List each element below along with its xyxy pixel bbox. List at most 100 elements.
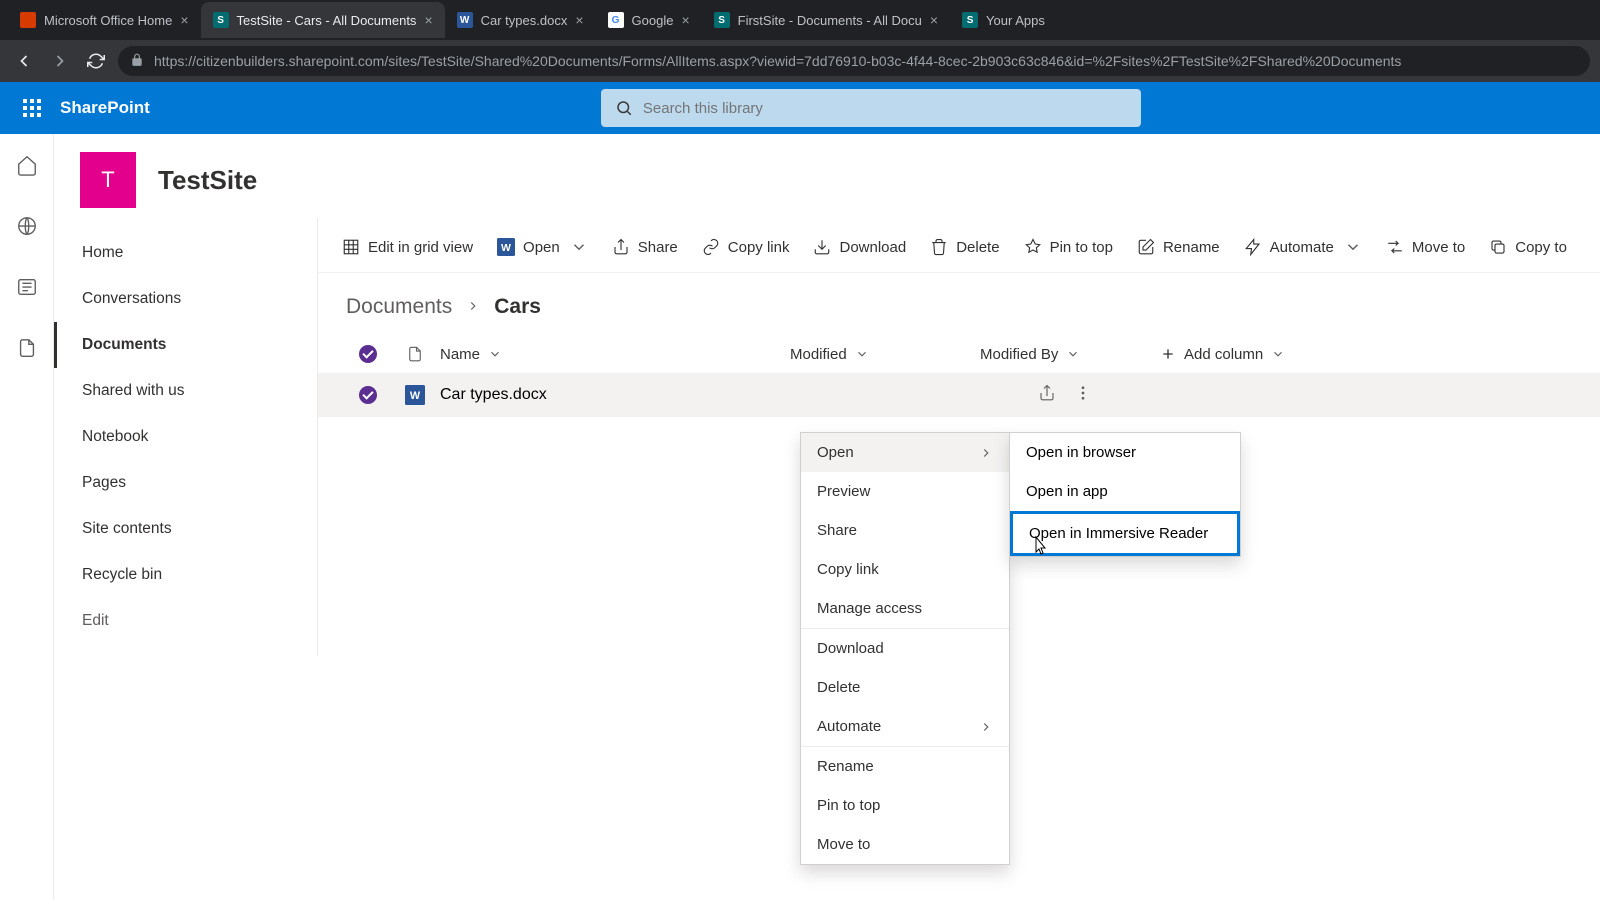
list-row[interactable]: W Car types.docx	[318, 373, 1600, 417]
cmd-automate[interactable]: Automate	[1234, 232, 1372, 262]
search-icon	[615, 99, 633, 117]
nav-notebook[interactable]: Notebook	[54, 414, 317, 460]
open-submenu: Open in browser Open in app Open in Imme…	[1009, 432, 1241, 557]
svg-text:W: W	[410, 390, 421, 402]
more-icon[interactable]	[1074, 384, 1092, 407]
tab-label: Google	[632, 13, 674, 28]
ctx-delete[interactable]: Delete	[801, 668, 1009, 707]
nav-pages[interactable]: Pages	[54, 460, 317, 506]
ctx-pin[interactable]: Pin to top	[801, 786, 1009, 825]
chevron-down-icon	[570, 238, 588, 256]
news-icon[interactable]	[16, 276, 38, 303]
cmd-copy-link[interactable]: Copy link	[692, 232, 800, 262]
ctx-manage-access[interactable]: Manage access	[801, 589, 1009, 628]
column-modified[interactable]: Modified	[790, 346, 980, 363]
home-icon[interactable]	[16, 154, 38, 181]
site-navigation: Home Conversations Documents Shared with…	[54, 218, 318, 656]
browser-tab[interactable]: S Your Apps	[950, 2, 1057, 38]
nav-shared[interactable]: Shared with us	[54, 368, 317, 414]
nav-edit[interactable]: Edit	[54, 598, 317, 644]
back-button[interactable]	[10, 47, 38, 75]
file-type-icon[interactable]	[406, 345, 424, 363]
breadcrumb-parent[interactable]: Documents	[346, 295, 452, 319]
reload-button[interactable]	[82, 47, 110, 75]
address-bar[interactable]: https://citizenbuilders.sharepoint.com/s…	[118, 46, 1590, 76]
nav-documents[interactable]: Documents	[54, 322, 317, 368]
ctx-copy-link[interactable]: Copy link	[801, 550, 1009, 589]
close-icon[interactable]: ×	[930, 12, 938, 28]
column-modified-by[interactable]: Modified By	[980, 346, 1160, 363]
chevron-down-icon	[1344, 238, 1362, 256]
chevron-down-icon	[1271, 347, 1285, 361]
nav-home[interactable]: Home	[54, 230, 317, 276]
search-input[interactable]	[643, 100, 1127, 117]
select-all-checkbox[interactable]	[359, 345, 377, 363]
search-box[interactable]	[601, 89, 1141, 127]
sharepoint-icon: S	[213, 12, 229, 28]
link-icon	[702, 238, 720, 256]
row-checkbox[interactable]	[359, 386, 377, 404]
nav-conversations[interactable]: Conversations	[54, 276, 317, 322]
add-column-button[interactable]: Add column	[1160, 346, 1285, 363]
nav-recycle-bin[interactable]: Recycle bin	[54, 552, 317, 598]
share-icon	[612, 238, 630, 256]
sub-open-immersive[interactable]: Open in Immersive Reader	[1010, 511, 1240, 556]
ctx-download[interactable]: Download	[801, 629, 1009, 668]
cmd-pin[interactable]: Pin to top	[1014, 232, 1123, 262]
cmd-copy-to[interactable]: Copy to	[1479, 232, 1577, 262]
tab-label: Car types.docx	[481, 13, 568, 28]
ctx-automate[interactable]: Automate	[801, 707, 1009, 746]
sub-open-app[interactable]: Open in app	[1010, 472, 1240, 511]
globe-icon[interactable]	[16, 215, 38, 242]
sub-open-browser[interactable]: Open in browser	[1010, 433, 1240, 472]
cmd-open[interactable]: WOpen	[487, 232, 598, 262]
svg-text:W: W	[501, 242, 511, 254]
cmd-delete[interactable]: Delete	[920, 232, 1009, 262]
cmd-share[interactable]: Share	[602, 232, 688, 262]
cmd-edit-grid[interactable]: Edit in grid view	[332, 232, 483, 262]
flow-icon	[1244, 238, 1262, 256]
site-title[interactable]: TestSite	[158, 165, 257, 196]
cmd-move[interactable]: Move to	[1376, 232, 1475, 262]
trash-icon	[930, 238, 948, 256]
browser-tab[interactable]: G Google ×	[596, 2, 702, 38]
nav-site-contents[interactable]: Site contents	[54, 506, 317, 552]
site-logo[interactable]: T	[80, 152, 136, 208]
ctx-move[interactable]: Move to	[801, 825, 1009, 864]
brand-label[interactable]: SharePoint	[60, 98, 150, 118]
office-icon	[20, 12, 36, 28]
ctx-preview[interactable]: Preview	[801, 472, 1009, 511]
tab-label: Microsoft Office Home	[44, 13, 172, 28]
close-icon[interactable]: ×	[180, 12, 188, 28]
close-icon[interactable]: ×	[575, 12, 583, 28]
tab-label: TestSite - Cars - All Documents	[237, 13, 417, 28]
ctx-open[interactable]: Open	[801, 433, 1009, 472]
plus-icon	[1160, 346, 1176, 362]
files-icon[interactable]	[16, 337, 38, 364]
app-launcher[interactable]	[8, 84, 56, 132]
close-icon[interactable]: ×	[424, 12, 432, 28]
ctx-share[interactable]: Share	[801, 511, 1009, 550]
pin-icon	[1024, 238, 1042, 256]
browser-tab[interactable]: W Car types.docx ×	[445, 2, 596, 38]
breadcrumb-current: Cars	[494, 295, 541, 319]
tab-label: FirstSite - Documents - All Docu	[738, 13, 922, 28]
chevron-right-icon	[466, 295, 480, 319]
cmd-download[interactable]: Download	[803, 232, 916, 262]
breadcrumb: Documents Cars	[318, 273, 1600, 325]
site-header: T TestSite	[54, 134, 1600, 218]
browser-tab[interactable]: Microsoft Office Home ×	[8, 2, 201, 38]
browser-tab[interactable]: S TestSite - Cars - All Documents ×	[201, 2, 445, 38]
waffle-icon	[23, 99, 41, 117]
cmd-rename[interactable]: Rename	[1127, 232, 1230, 262]
close-icon[interactable]: ×	[681, 12, 689, 28]
column-name[interactable]: Name	[440, 346, 790, 363]
ctx-rename[interactable]: Rename	[801, 747, 1009, 786]
browser-tab-strip: Microsoft Office Home × S TestSite - Car…	[0, 0, 1600, 40]
file-name[interactable]: Car types.docx	[440, 386, 547, 404]
browser-tab[interactable]: S FirstSite - Documents - All Docu ×	[702, 2, 950, 38]
share-icon[interactable]	[1038, 384, 1056, 407]
forward-button[interactable]	[46, 47, 74, 75]
download-icon	[813, 238, 831, 256]
sharepoint-icon: S	[962, 12, 978, 28]
